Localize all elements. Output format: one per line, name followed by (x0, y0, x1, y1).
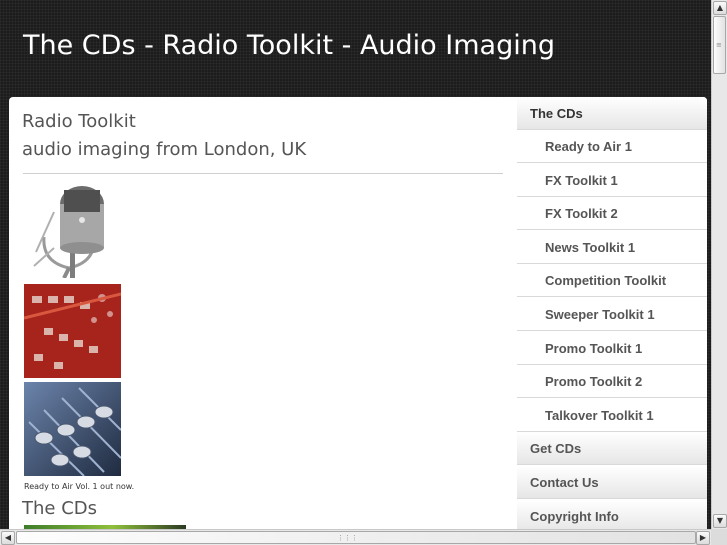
arrow-right-icon[interactable]: ▶ (696, 531, 710, 545)
content-box: Radio Toolkit audio imaging from London,… (9, 97, 707, 529)
nav-item-the-cds[interactable]: The CDs (517, 97, 707, 130)
nav-item-label: Talkover Toolkit 1 (545, 408, 654, 423)
nav-item-news-toolkit-1[interactable]: News Toolkit 1 (517, 231, 707, 264)
arrow-up-icon[interactable]: ▲ (713, 1, 727, 15)
nav-item-competition-toolkit[interactable]: Competition Toolkit (517, 264, 707, 297)
nav-item-promo-toolkit-1[interactable]: Promo Toolkit 1 (517, 332, 707, 365)
nav-item-ready-to-air-1[interactable]: Ready to Air 1 (517, 130, 707, 163)
sidebar-nav: The CDs Ready to Air 1 FX Toolkit 1 FX T… (517, 97, 707, 529)
nav-item-contact-us[interactable]: Contact Us (517, 466, 707, 499)
nav-item-label: The CDs (530, 106, 583, 121)
grip-icon: ≡ (716, 41, 722, 49)
nav-item-promo-toolkit-2[interactable]: Promo Toolkit 2 (517, 365, 707, 398)
nav-item-sweeper-toolkit-1[interactable]: Sweeper Toolkit 1 (517, 298, 707, 331)
divider (23, 173, 503, 174)
nav-item-label: Promo Toolkit 1 (545, 341, 643, 356)
nav-item-fx-toolkit-2[interactable]: FX Toolkit 2 (517, 197, 707, 230)
nav-item-label: News Toolkit 1 (545, 240, 636, 255)
nav-item-copyright-info[interactable]: Copyright Info (517, 500, 707, 529)
page-viewport: The CDs - Radio Toolkit - Audio Imaging … (0, 0, 711, 529)
nav-item-label: FX Toolkit 1 (545, 173, 618, 188)
site-title: The CDs - Radio Toolkit - Audio Imaging (23, 30, 555, 61)
nav-item-label: Promo Toolkit 2 (545, 374, 643, 389)
image-caption: Ready to Air Vol. 1 out now. (24, 482, 135, 491)
arrow-down-icon[interactable]: ▼ (713, 514, 727, 528)
nav-item-label: Sweeper Toolkit 1 (545, 307, 655, 322)
nav-item-talkover-toolkit-1[interactable]: Talkover Toolkit 1 (517, 399, 707, 432)
mixing-console-image (23, 284, 122, 378)
nav-item-label: Contact Us (530, 475, 599, 490)
section-heading: The CDs (22, 498, 98, 519)
main-content: Radio Toolkit audio imaging from London,… (9, 97, 517, 529)
nav-item-label: Copyright Info (530, 509, 619, 524)
nav-item-get-cds[interactable]: Get CDs (517, 432, 707, 465)
nav-item-label: Get CDs (530, 441, 582, 456)
microphone-image (24, 182, 121, 279)
nav-item-fx-toolkit-1[interactable]: FX Toolkit 1 (517, 164, 707, 197)
intro-heading-line-1: Radio Toolkit (22, 111, 136, 132)
nav-item-label: FX Toolkit 2 (545, 206, 618, 221)
intro-heading-line-2: audio imaging from London, UK (22, 139, 307, 160)
arrow-left-icon[interactable]: ◀ (1, 531, 15, 545)
scrollbar-corner (711, 529, 727, 545)
horizontal-scrollbar[interactable]: ◀ ⋮⋮⋮ ▶ (0, 529, 711, 545)
faders-image (24, 382, 122, 477)
grip-icon: ⋮⋮⋮ (337, 534, 358, 542)
vertical-scroll-thumb[interactable]: ≡ (713, 16, 726, 74)
nav-item-label: Ready to Air 1 (545, 139, 632, 154)
vertical-scrollbar[interactable]: ▲ ≡ ▼ (711, 0, 727, 529)
horizontal-scroll-thumb[interactable]: ⋮⋮⋮ (16, 531, 696, 544)
nav-item-label: Competition Toolkit (545, 273, 667, 288)
